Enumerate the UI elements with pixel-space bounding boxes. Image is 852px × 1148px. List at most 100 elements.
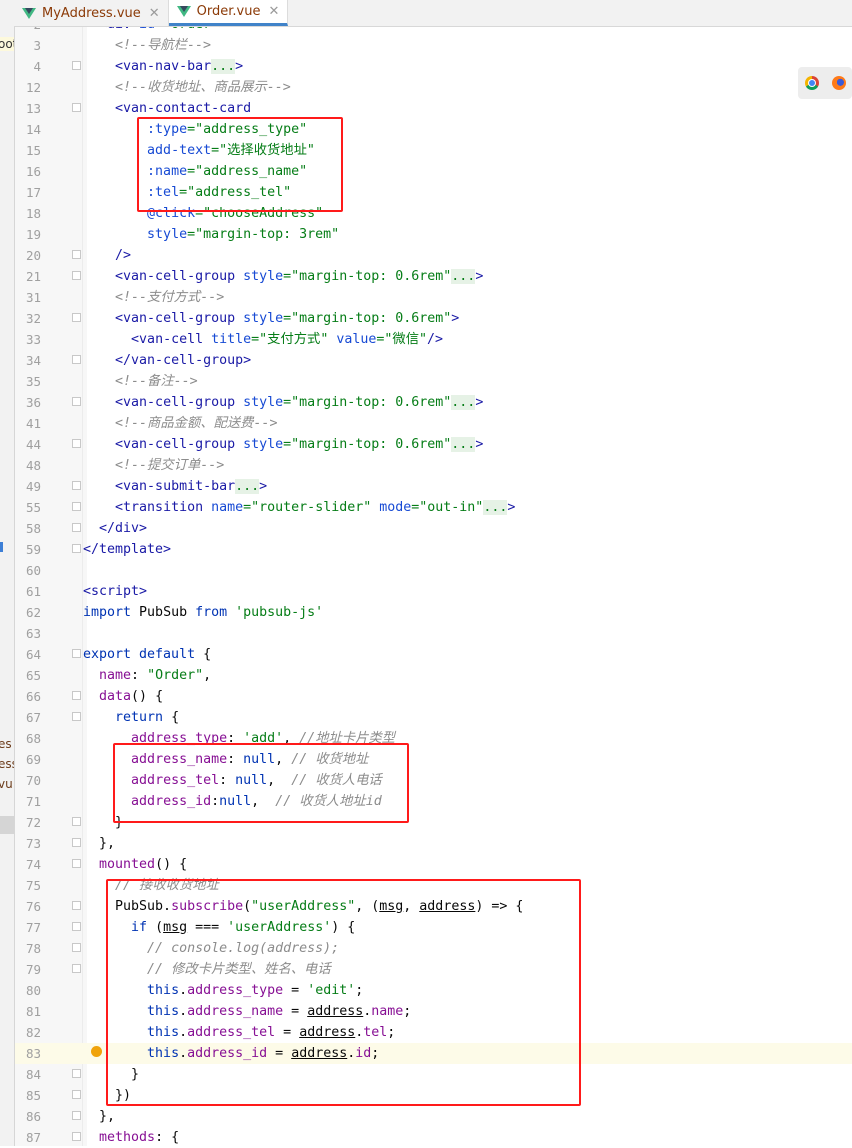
fold-toggle-icon[interactable]: [72, 838, 81, 847]
line-number[interactable]: 44: [15, 434, 41, 455]
line-number[interactable]: 19: [15, 224, 41, 245]
line-number[interactable]: 59: [15, 539, 41, 560]
fold-toggle-icon[interactable]: [72, 250, 81, 259]
line-number[interactable]: 69: [15, 749, 41, 770]
fold-toggle-icon[interactable]: [72, 901, 81, 910]
folded-code-placeholder[interactable]: ...: [451, 437, 476, 452]
code-line[interactable]: 87 methods: {: [0, 1127, 852, 1148]
line-number[interactable]: 15: [15, 140, 41, 161]
line-number[interactable]: 87: [15, 1127, 41, 1148]
line-number[interactable]: 80: [15, 980, 41, 1001]
code-line[interactable]: 19 style="margin-top: 3rem": [0, 224, 852, 245]
code-line[interactable]: 44 <van-cell-group style="margin-top: 0.…: [0, 434, 852, 455]
fold-toggle-icon[interactable]: [72, 649, 81, 658]
fold-toggle-icon[interactable]: [72, 544, 81, 553]
line-number[interactable]: 64: [15, 644, 41, 665]
line-number[interactable]: 49: [15, 476, 41, 497]
fold-toggle-icon[interactable]: [72, 481, 81, 490]
line-number[interactable]: 86: [15, 1106, 41, 1127]
line-number[interactable]: 82: [15, 1022, 41, 1043]
fold-toggle-icon[interactable]: [72, 1090, 81, 1099]
fold-toggle-icon[interactable]: [72, 313, 81, 322]
line-number[interactable]: 48: [15, 455, 41, 476]
code-line[interactable]: 73 },: [0, 833, 852, 854]
line-number[interactable]: 61: [15, 581, 41, 602]
project-item-fragment[interactable]: es: [0, 737, 12, 751]
code-line[interactable]: 86 },: [0, 1106, 852, 1127]
line-number[interactable]: 36: [15, 392, 41, 413]
code-line[interactable]: 58 </div>: [0, 518, 852, 539]
code-line[interactable]: 15 add-text="选择收货地址": [0, 140, 852, 161]
line-number[interactable]: 55: [15, 497, 41, 518]
folded-code-placeholder[interactable]: ...: [451, 269, 476, 284]
fold-toggle-icon[interactable]: [72, 523, 81, 532]
code-line[interactable]: 31 <!--支付方式-->: [0, 287, 852, 308]
line-number[interactable]: 79: [15, 959, 41, 980]
line-number[interactable]: 83: [15, 1043, 41, 1064]
code-line[interactable]: 16 :name="address_name": [0, 161, 852, 182]
chrome-icon[interactable]: [804, 76, 819, 90]
code-line[interactable]: 74 mounted() {: [0, 854, 852, 875]
code-line[interactable]: 49 <van-submit-bar...>: [0, 476, 852, 497]
line-number[interactable]: 12: [15, 77, 41, 98]
line-number[interactable]: 14: [15, 119, 41, 140]
line-number[interactable]: 72: [15, 812, 41, 833]
line-number[interactable]: 81: [15, 1001, 41, 1022]
code-line[interactable]: 64 export default {: [0, 644, 852, 665]
line-number[interactable]: 31: [15, 287, 41, 308]
folded-code-placeholder[interactable]: ...: [483, 500, 508, 515]
line-number[interactable]: 85: [15, 1085, 41, 1106]
line-number[interactable]: 33: [15, 329, 41, 350]
close-icon[interactable]: ✕: [268, 4, 279, 19]
line-number[interactable]: 20: [15, 245, 41, 266]
line-number[interactable]: 68: [15, 728, 41, 749]
project-item-fragment[interactable]: vu: [0, 777, 13, 791]
line-number[interactable]: 67: [15, 707, 41, 728]
line-number[interactable]: 77: [15, 917, 41, 938]
fold-toggle-icon[interactable]: [72, 859, 81, 868]
fold-toggle-icon[interactable]: [72, 355, 81, 364]
fold-toggle-icon[interactable]: [72, 1111, 81, 1120]
line-number[interactable]: 21: [15, 266, 41, 287]
line-number[interactable]: 84: [15, 1064, 41, 1085]
code-line[interactable]: 20 />: [0, 245, 852, 266]
folded-code-placeholder[interactable]: ...: [451, 395, 476, 410]
line-number[interactable]: 60: [15, 560, 41, 581]
close-icon[interactable]: ✕: [149, 6, 160, 21]
fold-toggle-icon[interactable]: [72, 271, 81, 280]
code-line[interactable]: 61 <script>: [0, 581, 852, 602]
line-number[interactable]: 35: [15, 371, 41, 392]
fold-toggle-icon[interactable]: [72, 61, 81, 70]
line-number[interactable]: 76: [15, 896, 41, 917]
code-line[interactable]: 14 :type="address_type": [0, 119, 852, 140]
line-number[interactable]: 65: [15, 665, 41, 686]
project-panel-edge[interactable]: oot es ess vu: [0, 0, 15, 1146]
code-line[interactable]: 41 <!--商品金额、配送费-->: [0, 413, 852, 434]
line-number[interactable]: 74: [15, 854, 41, 875]
code-line[interactable]: 60: [0, 560, 852, 581]
tab-myaddress-vue[interactable]: MyAddress.vue ✕: [14, 0, 169, 26]
line-number[interactable]: 17: [15, 182, 41, 203]
code-line[interactable]: 12 <!--收货地址、商品展示-->: [0, 77, 852, 98]
line-number[interactable]: 34: [15, 350, 41, 371]
code-line[interactable]: 66 data() {: [0, 686, 852, 707]
line-number[interactable]: 13: [15, 98, 41, 119]
code-line[interactable]: 48 <!--提交订单-->: [0, 455, 852, 476]
line-number[interactable]: 18: [15, 203, 41, 224]
code-line[interactable]: 32 <van-cell-group style="margin-top: 0.…: [0, 308, 852, 329]
line-number[interactable]: 41: [15, 413, 41, 434]
line-number[interactable]: 66: [15, 686, 41, 707]
code-line[interactable]: 63: [0, 623, 852, 644]
fold-toggle-icon[interactable]: [72, 691, 81, 700]
code-line[interactable]: 17 :tel="address_tel": [0, 182, 852, 203]
code-line[interactable]: 4 <van-nav-bar...>: [0, 56, 852, 77]
code-line[interactable]: 67 return {: [0, 707, 852, 728]
line-number[interactable]: 3: [15, 35, 41, 56]
fold-toggle-icon[interactable]: [72, 439, 81, 448]
fold-toggle-icon[interactable]: [72, 922, 81, 931]
code-line[interactable]: 65 name: "Order",: [0, 665, 852, 686]
line-number[interactable]: 16: [15, 161, 41, 182]
fold-toggle-icon[interactable]: [72, 103, 81, 112]
code-line[interactable]: 18 @click="chooseAddress": [0, 203, 852, 224]
code-line[interactable]: 3 <!--导航栏-->: [0, 35, 852, 56]
